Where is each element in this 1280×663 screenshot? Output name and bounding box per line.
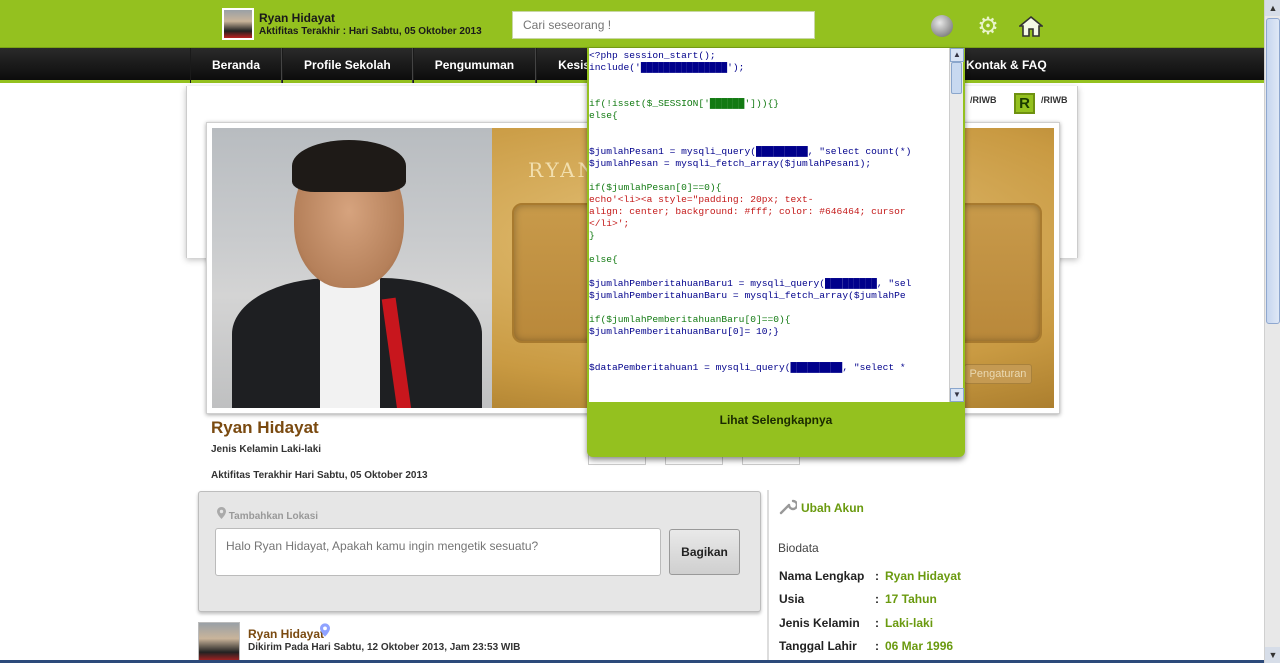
profile-name: Ryan Hidayat	[211, 418, 319, 437]
page-scroll-thumb[interactable]	[1266, 18, 1280, 324]
profile-activity: Aktifitas Terakhir Hari Sabtu, 05 Oktobe…	[211, 470, 428, 481]
code-line: if(!isset($_SESSION['██████'])){}	[589, 98, 779, 109]
code-scroll-thumb[interactable]	[951, 62, 962, 94]
code-line: $jumlahPesan1 = mysqli_query(█████████, …	[589, 146, 912, 157]
edit-account-label: Ubah Akun	[801, 500, 864, 515]
gender-value: Laki-laki	[281, 444, 322, 455]
code-line: $jumlahPesan = mysqli_fetch_array($jumla…	[589, 158, 872, 169]
post-composer: Tambahkan Lokasi Bagikan	[198, 491, 761, 612]
settings-button[interactable]: Pengaturan	[964, 364, 1032, 384]
riwb-label[interactable]: /RIWB	[1041, 95, 1068, 105]
home-icon[interactable]	[1018, 13, 1044, 39]
bio-key: Nama Lengkap	[779, 569, 865, 583]
post-date: Dikirim Pada Hari Sabtu, 12 Oktober 2013…	[248, 642, 520, 653]
share-button[interactable]: Bagikan	[669, 529, 740, 575]
globe-icon[interactable]	[931, 15, 953, 37]
bio-sep: :	[875, 639, 879, 653]
code-scrollbar[interactable]: ▲ ▼	[949, 48, 964, 402]
activity-label: Aktifitas Terakhir	[211, 470, 292, 481]
page-scrollbar[interactable]: ▲ ▼	[1264, 0, 1280, 663]
user-avatar[interactable]	[222, 8, 254, 40]
post-item: Ryan Hidayat Dikirim Pada Hari Sabtu, 12…	[198, 622, 761, 663]
bio-value: Laki-laki	[885, 616, 934, 630]
scroll-down-icon[interactable]: ▼	[1265, 647, 1280, 663]
code-line: if($jumlahPemberitahuanBaru[0]==0){	[589, 314, 791, 325]
bio-value: Ryan Hidayat	[885, 569, 962, 583]
scroll-up-icon[interactable]: ▲	[1265, 0, 1280, 16]
location-pin-icon[interactable]	[320, 623, 330, 640]
bio-row: Tanggal Lahir:06 Mar 1996	[779, 639, 953, 653]
nav-pengumuman[interactable]: Pengumuman	[412, 48, 537, 83]
notification-dropdown: <?php session_start(); include('█████████…	[587, 48, 965, 457]
gender-label: Jenis Kelamin	[211, 444, 279, 455]
code-line: else{	[589, 110, 618, 121]
bio-row: Usia:17 Tahun	[779, 592, 937, 606]
code-line: echo'<li><a style="padding: 20px; text-	[589, 194, 814, 205]
post-author[interactable]: Ryan Hidayat	[248, 627, 324, 641]
see-more-button[interactable]: Lihat Selengkapnya	[587, 413, 965, 427]
bio-sep: :	[875, 616, 879, 630]
bio-key: Jenis Kelamin	[779, 616, 860, 630]
code-line: if($jumlahPesan[0]==0){	[589, 182, 722, 193]
code-line: $jumlahPemberitahuanBaru1 = mysqli_query…	[589, 278, 912, 289]
bio-sep: :	[875, 569, 879, 583]
column-divider	[767, 490, 769, 663]
sent-label: Dikirim Pada	[248, 642, 309, 653]
add-location[interactable]: Tambahkan Lokasi	[217, 507, 318, 522]
bio-value: 17 Tahun	[885, 592, 937, 606]
profile-photo[interactable]	[212, 128, 492, 408]
code-line: $jumlahPemberitahuanBaru[0]= 10;}	[589, 326, 779, 337]
nav-beranda[interactable]: Beranda	[190, 48, 283, 83]
biodata-title: Biodata	[778, 541, 819, 555]
bio-row: Jenis Kelamin: Laki-laki	[779, 616, 933, 630]
location-pin-icon	[217, 507, 229, 522]
profile-gender: Jenis Kelamin Laki-laki	[211, 444, 321, 455]
bio-value: 06 Mar 1996	[885, 639, 954, 653]
bio-key: Tanggal Lahir	[779, 639, 857, 653]
bio-sep: :	[875, 592, 879, 606]
status-input[interactable]	[215, 528, 661, 576]
code-line: $dataPemberitahuan1 = mysqli_query(█████…	[589, 362, 912, 373]
r-badge-icon[interactable]: R	[1014, 93, 1035, 114]
code-line: }	[589, 230, 595, 241]
edit-account-link[interactable]: Ubah Akun	[779, 497, 864, 518]
code-line: </li>';	[589, 218, 630, 229]
scroll-up-icon[interactable]: ▲	[950, 48, 964, 62]
nav-profile-sekolah[interactable]: Profile Sekolah	[282, 48, 413, 83]
riwb-label[interactable]: /RIWB	[970, 95, 997, 105]
activity-value: Hari Sabtu, 05 Oktober 2013	[294, 470, 428, 481]
gear-icon[interactable]: ⚙	[975, 13, 1001, 40]
post-avatar[interactable]	[198, 622, 240, 663]
bio-key: Usia	[779, 592, 805, 606]
wrench-icon	[779, 497, 799, 518]
nav-kontak-faq[interactable]: Kontak & FAQ	[966, 48, 1047, 83]
code-line: align: center; background: #fff; color: …	[589, 206, 906, 217]
last-activity: Aktifitas Terakhir : Hari Sabtu, 05 Okto…	[259, 26, 482, 37]
code-line: include('███████████████');	[589, 62, 745, 73]
add-location-label: Tambahkan Lokasi	[228, 511, 319, 522]
sent-value: Hari Sabtu, 12 Oktober 2013, Jam 23:53 W…	[311, 642, 521, 653]
scroll-down-icon[interactable]: ▼	[950, 388, 964, 402]
bio-row: Nama Lengkap: Ryan Hidayat	[779, 569, 961, 583]
code-line: <?php session_start();	[589, 50, 716, 61]
code-view: <?php session_start(); include('█████████…	[589, 48, 949, 402]
code-line: else{	[589, 254, 618, 265]
code-line: $jumlahPemberitahuanBaru = mysqli_fetch_…	[589, 290, 906, 301]
top-bar: Ryan Hidayat Aktifitas Terakhir : Hari S…	[0, 0, 1264, 48]
user-name[interactable]: Ryan Hidayat	[259, 11, 335, 25]
search-input[interactable]	[512, 11, 815, 39]
